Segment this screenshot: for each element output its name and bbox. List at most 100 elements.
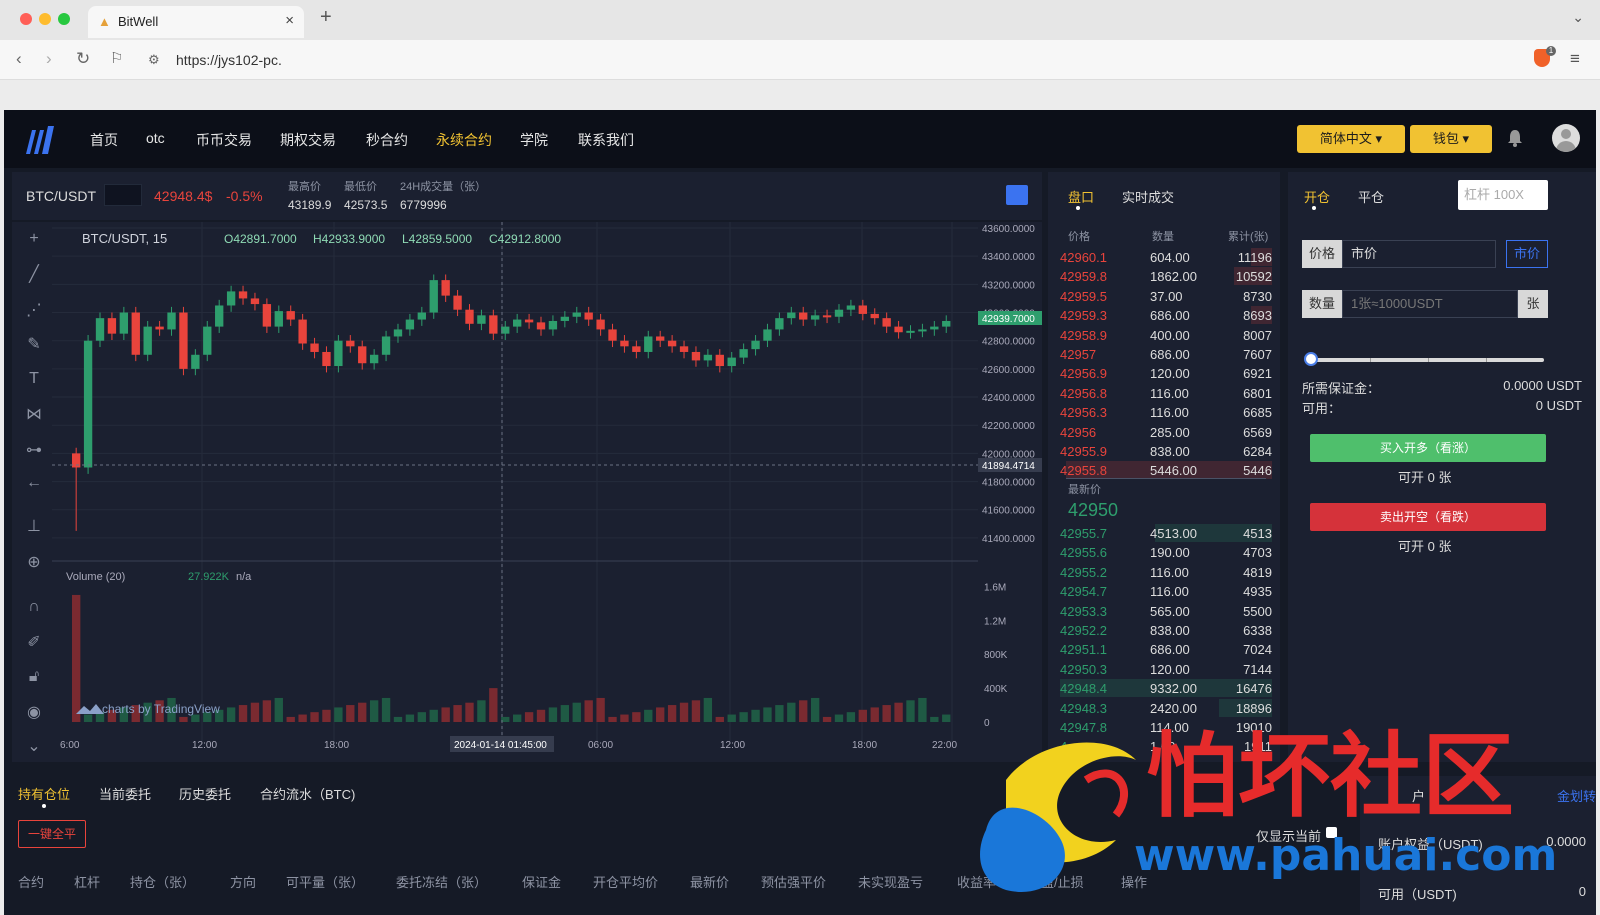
lock-icon[interactable]: 🔓︎	[24, 668, 44, 686]
symbol-dropdown-box[interactable]	[104, 184, 142, 206]
price-input[interactable]: 市价	[1342, 240, 1496, 268]
low-label: 最低价	[344, 181, 377, 193]
ask-row[interactable]: 42956.9 120.00 6921	[1060, 364, 1272, 383]
bid-row[interactable]: 42953.3 565.00 5500	[1060, 602, 1272, 621]
candle-body	[417, 312, 426, 320]
tab-positions[interactable]: 持有仓位	[18, 784, 70, 803]
wallet-dropdown[interactable]: 钱包 ▾	[1410, 125, 1492, 153]
bid-row[interactable]: 42954.7 116.00 4935	[1060, 582, 1272, 601]
ask-row[interactable]: 42955.9 838.00 6284	[1060, 442, 1272, 461]
new-tab-button[interactable]: +	[320, 6, 332, 29]
bookmark-icon[interactable]: ⚐	[110, 49, 123, 67]
eye-icon[interactable]: ◉	[24, 702, 44, 722]
tradingview-credit[interactable]: charts by TradingView	[102, 702, 220, 716]
ask-row[interactable]: 42957 686.00 7607	[1060, 345, 1272, 364]
symbol-selector[interactable]: BTC/USDT	[26, 188, 96, 204]
bid-row[interactable]: 42950.3 120.00 7144	[1060, 660, 1272, 679]
tab-trades[interactable]: 实时成交	[1122, 187, 1174, 206]
candlestick-chart[interactable]: BTC/USDT, 15 O42891.7000 H42933.9000 L42…	[52, 222, 1042, 762]
chevron-down-icon[interactable]: ⌄	[1572, 9, 1584, 26]
quantity-input[interactable]: 1张≈1000USDT	[1342, 290, 1518, 318]
buy-long-button[interactable]: 买入开多（看涨）	[1310, 434, 1546, 462]
ask-row[interactable]: 42958.9 400.00 8007	[1060, 326, 1272, 345]
minimize-window-button[interactable]	[39, 13, 51, 25]
tab-open[interactable]: 开仓	[1304, 187, 1330, 206]
crosshair-icon[interactable]: +	[24, 230, 44, 248]
time-tick-label: 12:00	[192, 740, 217, 751]
bid-row[interactable]: 42955.2 116.00 4819	[1060, 563, 1272, 582]
avatar[interactable]	[1552, 124, 1580, 152]
chevron-down-icon[interactable]: ⌄	[24, 736, 44, 756]
time-tick-label: 06:00	[588, 740, 613, 751]
bell-icon[interactable]	[1508, 129, 1522, 147]
ask-row[interactable]: 42959.3 686.00 8693	[1060, 306, 1272, 325]
nav-item-academy[interactable]: 学院	[520, 130, 548, 150]
brush-icon[interactable]: ✎	[24, 334, 44, 354]
ask-row[interactable]: 42960.1 604.00 11196	[1060, 248, 1272, 267]
bid-row[interactable]: 42955.7 4513.00 4513	[1060, 524, 1272, 543]
close-all-button[interactable]: 一键全平	[18, 820, 86, 848]
nav-item-spot[interactable]: 币币交易	[196, 130, 252, 150]
nav-item-contact[interactable]: 联系我们	[578, 130, 634, 150]
browser-tab[interactable]: ▲ BitWell ×	[88, 6, 304, 38]
forward-icon[interactable]: ›	[46, 49, 52, 69]
candle-body	[584, 312, 593, 320]
maximize-window-button[interactable]	[58, 13, 70, 25]
fullscreen-toggle[interactable]	[1006, 185, 1028, 205]
tab-open-orders[interactable]: 当前委托	[99, 784, 151, 803]
bid-row[interactable]: 42948.3 2420.00 18896	[1060, 698, 1272, 718]
top-navigation: 首页 otc 币币交易 期权交易 秒合约 永续合约 学院 联系我们 简体中文 ▾…	[4, 110, 1596, 168]
orderbook-qty: 1862.00	[1150, 269, 1197, 285]
tab-orderbook[interactable]: 盘口	[1068, 187, 1094, 206]
close-window-button[interactable]	[20, 13, 32, 25]
slider-handle[interactable]	[1304, 352, 1318, 366]
quantity-slider[interactable]	[1312, 358, 1544, 362]
price-tick-label: 43600.0000	[982, 224, 1035, 235]
back-arrow-icon[interactable]: ←	[24, 474, 44, 492]
measure-icon[interactable]: ⊶	[24, 440, 44, 460]
magnet-icon[interactable]: ∩	[24, 598, 44, 616]
orderbook-total: 6284	[1243, 444, 1272, 459]
volume-value: 6779996	[400, 198, 447, 212]
ask-row[interactable]: 42956.3 116.00 6685	[1060, 403, 1272, 422]
language-dropdown[interactable]: 简体中文 ▾	[1297, 125, 1405, 153]
close-tab-icon[interactable]: ×	[285, 12, 294, 29]
ask-row[interactable]: 42959.8 1862.00 10592	[1060, 267, 1272, 286]
bitwell-logo[interactable]	[22, 124, 56, 154]
nav-item-perpetual[interactable]: 永续合约	[436, 130, 492, 150]
low-value: 42573.5	[344, 198, 388, 212]
bid-row[interactable]: 42952.2 838.00 6338	[1060, 621, 1272, 640]
market-price-button[interactable]: 市价	[1506, 240, 1548, 268]
candle-body	[238, 291, 248, 299]
bid-row[interactable]: 42951.1 686.00 7024	[1060, 640, 1272, 659]
trendline-icon[interactable]: ╱	[24, 264, 44, 284]
orderbook-price: 42954.7	[1060, 584, 1107, 600]
ask-row[interactable]: 42959.5 37.00 8730	[1060, 287, 1272, 306]
nav-item-otc[interactable]: otc	[146, 130, 165, 146]
site-settings-icon[interactable]: ⚙	[148, 52, 160, 68]
leverage-input[interactable]: 杠杆 100X	[1458, 180, 1548, 210]
back-icon[interactable]: ‹	[16, 49, 22, 69]
sell-short-button[interactable]: 卖出开空（看跌）	[1310, 503, 1546, 531]
nav-item-options[interactable]: 期权交易	[280, 130, 336, 150]
menu-icon[interactable]: ≡	[1570, 49, 1580, 69]
orderbook-total: 8693	[1243, 308, 1272, 324]
url-field[interactable]: https://jys102-pc.	[176, 52, 282, 68]
ask-row[interactable]: 42956 285.00 6569	[1060, 423, 1272, 442]
nav-item-home[interactable]: 首页	[90, 130, 118, 150]
tab-order-history[interactable]: 历史委托	[179, 784, 231, 803]
col-contract: 合约	[18, 875, 45, 890]
pattern-icon[interactable]: ⋈	[24, 404, 44, 424]
zoom-icon[interactable]: ⊕	[24, 552, 44, 572]
ruler-icon[interactable]: ⊥	[24, 516, 44, 536]
text-icon[interactable]: T	[24, 370, 44, 388]
nav-item-second-contract[interactable]: 秒合约	[366, 130, 408, 150]
bid-row[interactable]: 42955.6 190.00 4703	[1060, 543, 1272, 562]
bid-row[interactable]: 42948.4 9332.00 16476	[1060, 679, 1272, 698]
tab-close[interactable]: 平仓	[1358, 187, 1384, 206]
ask-row[interactable]: 42956.8 116.00 6801	[1060, 384, 1272, 403]
fib-icon[interactable]: ⋰	[24, 300, 44, 320]
reload-icon[interactable]: ↻	[76, 49, 90, 69]
tab-contract-ledger[interactable]: 合约流水（BTC)	[260, 784, 355, 803]
pencil-icon[interactable]: ✐	[24, 632, 44, 652]
